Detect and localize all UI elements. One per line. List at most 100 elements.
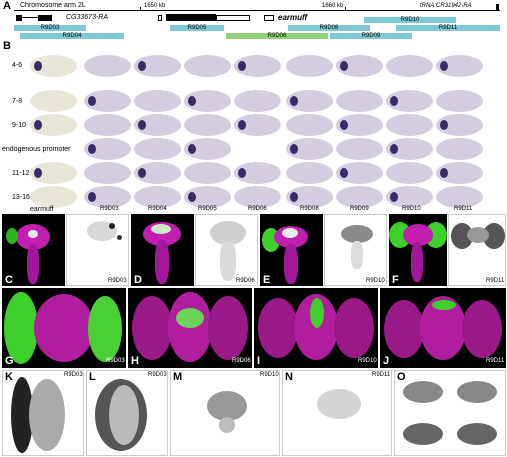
panel-letter-g: G <box>5 355 14 367</box>
tick-1650 <box>140 7 141 11</box>
stain <box>238 120 246 130</box>
embryo-image <box>30 55 77 77</box>
brain <box>384 300 424 358</box>
vnc <box>27 244 39 284</box>
signal <box>109 223 115 229</box>
row-label-9-10: 9-10 <box>12 122 27 129</box>
fragment-r9d05: R9D05 <box>170 25 224 31</box>
row-label-4-6: 4-6 <box>12 62 23 69</box>
earmuff-exon <box>166 14 216 21</box>
col-label-r9d11: R9D11 <box>454 206 473 212</box>
coord-1650: 1650 kb <box>144 3 166 9</box>
stain <box>340 61 348 71</box>
embryo-image <box>234 55 281 77</box>
embryo-image <box>234 162 281 184</box>
gfp-signal <box>432 300 456 310</box>
embryo-image <box>286 138 333 160</box>
panel-k-label: R9D03 <box>64 372 83 378</box>
panel-h <box>128 288 252 368</box>
embryo-image <box>386 138 433 160</box>
stain <box>390 144 398 154</box>
embryo-image <box>184 90 231 112</box>
embryo-image <box>84 55 131 77</box>
embryo-image <box>286 55 333 77</box>
embryo-image <box>30 114 77 136</box>
embryo-image <box>436 162 483 184</box>
col-label-earmuff: earmuff <box>30 206 54 213</box>
vnc <box>411 242 423 282</box>
stain <box>138 120 146 130</box>
earmuff-exon-end <box>264 15 274 21</box>
panel-letter-f: F <box>392 274 399 286</box>
chromosome-line <box>14 10 500 11</box>
panel-letter-d: D <box>134 274 142 286</box>
embryo-image <box>436 90 483 112</box>
stain <box>34 120 42 130</box>
stain <box>34 61 42 71</box>
embryo-image <box>184 114 231 136</box>
gfp-signal <box>88 296 122 362</box>
panel-letter-o: O <box>397 371 406 383</box>
brain <box>208 296 248 360</box>
stain <box>138 168 146 178</box>
panel-h-label: R9D06 <box>232 358 251 364</box>
embryo-image <box>436 55 483 77</box>
panel-letter-b: B <box>3 40 11 52</box>
embryo-image <box>184 186 231 208</box>
stain <box>188 96 196 106</box>
panel-letter-h: H <box>131 355 139 367</box>
embryo-image <box>286 90 333 112</box>
panel-letter-k: K <box>5 371 13 383</box>
col-label-r9d05: R9D05 <box>198 206 217 212</box>
trna-gene-mark <box>496 4 499 11</box>
panel-e-label: R9D10 <box>366 278 385 284</box>
panel-m <box>170 370 280 456</box>
col-label-r9d08: R9D08 <box>300 206 319 212</box>
embryo-image <box>336 55 383 77</box>
earmuff-exon-open <box>216 15 250 21</box>
embryo-image <box>84 114 131 136</box>
panel-g <box>2 288 126 368</box>
signal <box>403 381 443 403</box>
panel-i <box>254 288 378 368</box>
signal <box>219 417 235 433</box>
gene-left-intron <box>22 17 38 18</box>
panel-letter-i: I <box>257 355 261 367</box>
col-label-r9d04: R9D04 <box>148 206 167 212</box>
embryo-image <box>134 114 181 136</box>
stain <box>88 96 96 106</box>
gene-left-exon-2 <box>38 15 52 21</box>
stain <box>188 144 196 154</box>
embryo-image <box>234 90 281 112</box>
gfp-signal <box>176 308 204 328</box>
panel-i-label: R9D10 <box>358 358 377 364</box>
row-label-13-16: 13-16 <box>12 194 30 201</box>
panel-j <box>380 288 506 368</box>
gfp-signal <box>310 298 324 328</box>
gfp-signal <box>6 228 18 244</box>
panel-j-label: R9D11 <box>486 358 505 364</box>
embryo-image <box>436 114 483 136</box>
signal <box>403 423 443 445</box>
panel-f-label: R9D11 <box>486 278 505 284</box>
stain <box>238 168 246 178</box>
panel-n-label: R9D11 <box>372 372 391 378</box>
panel-letter-j: J <box>383 355 390 367</box>
embryo-image <box>336 90 383 112</box>
signal <box>351 241 363 269</box>
signal <box>317 389 361 419</box>
embryo-image <box>84 162 131 184</box>
brain <box>132 296 172 360</box>
earmuff-label: earmuff <box>278 13 308 22</box>
embryo-image <box>134 55 181 77</box>
stain <box>88 144 96 154</box>
embryo-image <box>134 186 181 208</box>
coord-1660: 1660 kb <box>322 3 344 9</box>
embryo-image <box>336 114 383 136</box>
embryo-image <box>30 90 77 112</box>
panel-d-label: R9D06 <box>236 278 255 284</box>
embryo-image <box>436 186 483 208</box>
fragment-r9d03: R9D03 <box>14 25 86 31</box>
embryo-image <box>286 114 333 136</box>
earmuff-utr <box>158 15 162 21</box>
